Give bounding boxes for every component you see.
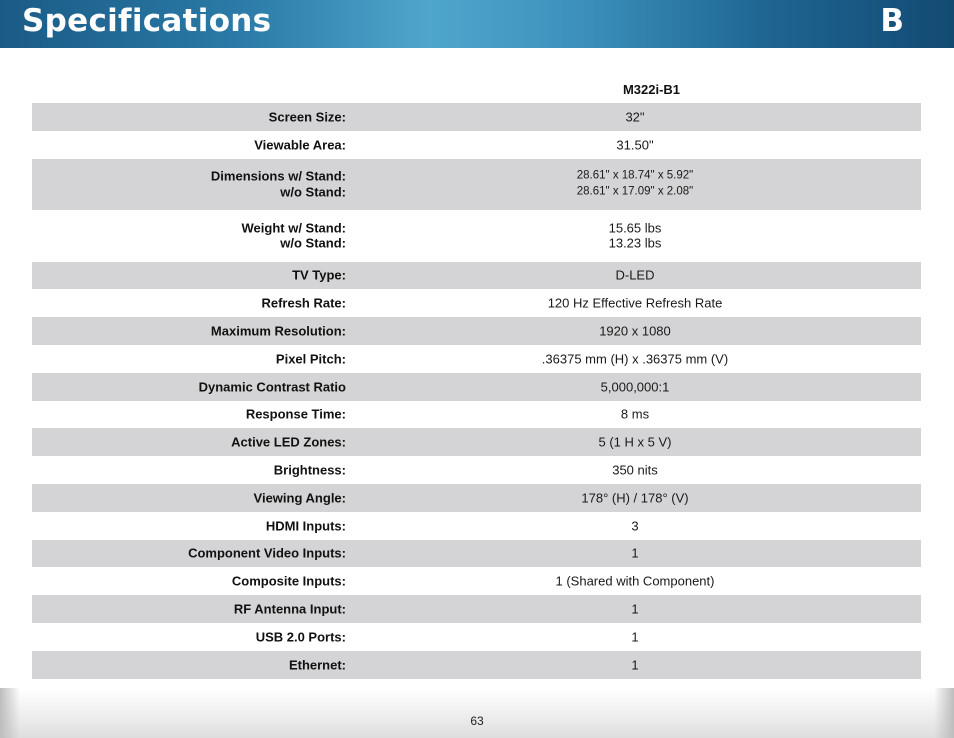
spec-label: Ethernet: <box>288 656 346 672</box>
specifications-table: Screen Size: 32" Viewable Area: 31.50" D… <box>32 103 921 679</box>
spec-value: 1 (Shared with Component) <box>555 573 715 589</box>
page-header-banner: Specifications B <box>0 0 954 48</box>
table-row: Dynamic Contrast Ratio 5,000,000:1 <box>32 372 921 401</box>
spec-label: Brightness: <box>273 462 346 478</box>
spec-value: 1 <box>631 545 639 561</box>
table-row: USB 2.0 Ports: 1 <box>32 623 921 651</box>
table-row: Viewable Area: 31.50" <box>32 131 921 159</box>
spec-label: Refresh Rate: <box>261 295 346 311</box>
footer-shadow-right <box>934 688 954 738</box>
spec-value: .36375 mm (H) x .36375 mm (V) <box>541 351 729 367</box>
table-row: Ethernet: 1 <box>32 650 921 679</box>
spec-label: Component Video Inputs: <box>188 545 346 561</box>
spec-label: USB 2.0 Ports: <box>255 629 346 645</box>
table-row: HDMI Inputs: 3 <box>32 512 921 540</box>
table-row: RF Antenna Input: 1 <box>32 595 921 623</box>
spec-value-line: 15.65 lbs <box>608 220 662 236</box>
spec-value: 1 <box>631 656 639 672</box>
spec-value: 5 (1 H x 5 V) <box>598 434 672 450</box>
spec-label: Weight w/ Stand: w/o Stand: <box>32 220 346 251</box>
spec-value: 5,000,000:1 <box>600 378 670 394</box>
spec-label: Dynamic Contrast Ratio <box>198 378 346 394</box>
spec-value-line: 13.23 lbs <box>608 235 662 251</box>
spec-label: Pixel Pitch: <box>275 351 346 367</box>
spec-value: 350 nits <box>612 462 658 478</box>
spec-value: 120 Hz Effective Refresh Rate <box>547 295 723 311</box>
footer-shadow-left <box>0 688 20 738</box>
spec-value: 28.61" x 18.74" x 5.92" 28.61" x 17.09" … <box>382 169 888 200</box>
page-title: Specifications <box>22 3 272 39</box>
spec-value-line: 28.61" x 18.74" x 5.92" <box>576 169 694 182</box>
spec-value: 32" <box>625 109 645 125</box>
spec-value: 1920 x 1080 <box>599 323 671 339</box>
table-row: Pixel Pitch: .36375 mm (H) x .36375 mm (… <box>32 345 921 373</box>
table-row: Refresh Rate: 120 Hz Effective Refresh R… <box>32 289 921 317</box>
spec-value: 1 <box>631 601 639 617</box>
spec-value: 31.50" <box>616 136 654 152</box>
spec-label: TV Type: <box>292 267 346 283</box>
table-row: TV Type: D-LED <box>32 261 921 290</box>
table-row: Maximum Resolution: 1920 x 1080 <box>32 317 921 345</box>
spec-value: 1 <box>631 629 639 645</box>
spec-label: Dimensions w/ Stand: w/o Stand: <box>32 169 346 200</box>
spec-label: Maximum Resolution: <box>210 323 346 339</box>
spec-label-line: w/o Stand: <box>280 235 346 251</box>
model-column-header: M322i-B1 <box>32 82 921 103</box>
model-name: M322i-B1 <box>622 82 681 97</box>
table-row: Viewing Angle: 178° (H) / 178° (V) <box>32 483 921 512</box>
spec-label: Active LED Zones: <box>231 434 346 450</box>
page-footer: 63 <box>0 688 954 738</box>
spec-label: Composite Inputs: <box>231 573 346 589</box>
spec-label-line: w/o Stand: <box>280 184 346 200</box>
table-row: Brightness: 350 nits <box>32 456 921 484</box>
spec-label: Screen Size: <box>268 109 346 125</box>
spec-value: 178° (H) / 178° (V) <box>581 490 689 506</box>
spec-label: HDMI Inputs: <box>265 517 346 533</box>
table-row: Composite Inputs: 1 (Shared with Compone… <box>32 567 921 595</box>
spec-label-line: Dimensions w/ Stand: <box>210 168 346 184</box>
spec-value: 3 <box>631 517 639 533</box>
spec-label: Viewing Angle: <box>253 490 346 506</box>
appendix-letter: B <box>880 3 904 39</box>
page-number: 63 <box>470 714 484 728</box>
spec-value: D-LED <box>615 267 655 283</box>
spec-label: Viewable Area: <box>254 136 346 152</box>
table-row: Weight w/ Stand: w/o Stand: 15.65 lbs 13… <box>32 210 921 262</box>
table-row: Response Time: 8 ms <box>32 401 921 429</box>
spec-label-line: Weight w/ Stand: <box>241 220 346 236</box>
table-row: Screen Size: 32" <box>32 103 921 131</box>
spec-label: RF Antenna Input: <box>233 601 346 617</box>
spec-value-line: 28.61" x 17.09" x 2.08" <box>576 185 694 198</box>
spec-value: 15.65 lbs 13.23 lbs <box>382 220 888 251</box>
table-row: Component Video Inputs: 1 <box>32 539 921 568</box>
spec-label: Response Time: <box>245 406 346 422</box>
table-row: Active LED Zones: 5 (1 H x 5 V) <box>32 428 921 457</box>
table-row: Dimensions w/ Stand: w/o Stand: 28.61" x… <box>32 158 921 211</box>
spec-value: 8 ms <box>620 406 650 422</box>
